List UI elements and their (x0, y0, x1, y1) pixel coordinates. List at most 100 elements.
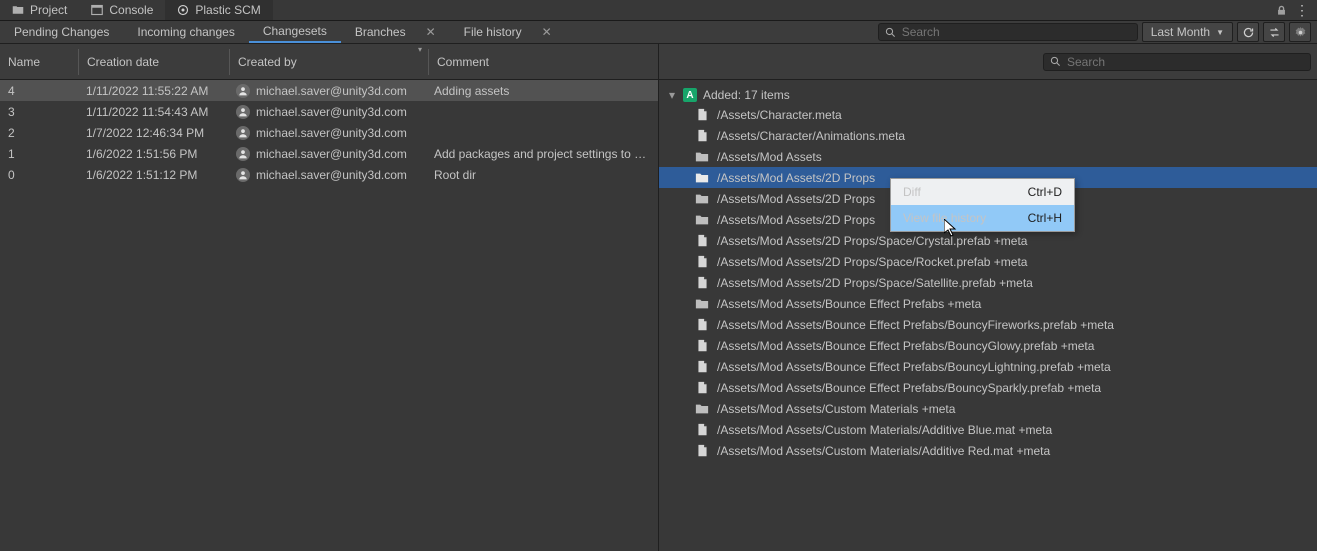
date-filter-dropdown[interactable]: Last Month ▼ (1142, 22, 1233, 42)
settings-button[interactable] (1289, 22, 1311, 42)
tree-group-added[interactable]: ▾ A Added: 17 items (659, 86, 1317, 104)
cell-comment: Add packages and project settings to Pla… (426, 147, 658, 161)
tab-label: Plastic SCM (195, 3, 260, 17)
table-row[interactable]: 31/11/2022 11:54:43 AMmichael.saver@unit… (0, 101, 658, 122)
search-icon (1050, 56, 1061, 67)
tree-item[interactable]: /Assets/Mod Assets/Custom Materials/Addi… (659, 419, 1317, 440)
cell-created-by: michael.saver@unity3d.com (228, 126, 426, 140)
tree-item-path: /Assets/Mod Assets/2D Props/Space/Rocket… (717, 255, 1027, 269)
folder-icon (695, 150, 709, 164)
subtab-pending-changes[interactable]: Pending Changes (0, 21, 123, 43)
subtab-label: File history (464, 25, 522, 39)
sort-indicator-icon: ▾ (418, 45, 422, 54)
tree-item[interactable]: /Assets/Mod Assets/Bounce Effect Prefabs… (659, 377, 1317, 398)
tree-item-path: /Assets/Mod Assets/Custom Materials +met… (717, 402, 955, 416)
tab-project[interactable]: Project (0, 0, 79, 20)
tab-label: Project (30, 3, 67, 17)
file-icon (695, 129, 709, 143)
cell-comment: Adding assets (426, 84, 658, 98)
file-icon (695, 444, 709, 458)
tree-item[interactable]: /Assets/Mod Assets/Bounce Effect Prefabs… (659, 356, 1317, 377)
tree-item[interactable]: /Assets/Mod Assets/Custom Materials +met… (659, 398, 1317, 419)
cell-name: 4 (0, 84, 78, 98)
tree-item-path: /Assets/Mod Assets/Bounce Effect Prefabs… (717, 360, 1111, 374)
table-header: Name Creation date Created by▾ Comment (0, 44, 658, 80)
column-name[interactable]: Name (0, 44, 78, 79)
tree-item[interactable]: /Assets/Mod Assets/Bounce Effect Prefabs… (659, 293, 1317, 314)
tree-item[interactable]: /Assets/Character/Animations.meta (659, 125, 1317, 146)
subtab-label: Changesets (263, 24, 327, 38)
menu-item-view-file-history[interactable]: View file history Ctrl+H (891, 205, 1074, 231)
folder-icon (695, 171, 709, 185)
tree-item-path: /Assets/Mod Assets/Custom Materials/Addi… (717, 423, 1052, 437)
tree-item-path: /Assets/Mod Assets/Bounce Effect Prefabs… (717, 297, 981, 311)
tree-item-path: /Assets/Mod Assets/2D Props (717, 192, 875, 206)
tree-item-path: /Assets/Mod Assets/Bounce Effect Prefabs… (717, 381, 1101, 395)
file-icon (695, 381, 709, 395)
tree-item[interactable]: /Assets/Mod Assets/Bounce Effect Prefabs… (659, 314, 1317, 335)
avatar-icon (236, 168, 250, 182)
cell-created-by: michael.saver@unity3d.com (228, 105, 426, 119)
changeset-rows: 41/11/2022 11:55:22 AMmichael.saver@unit… (0, 80, 658, 551)
tab-console[interactable]: Console (79, 0, 165, 20)
refresh-button[interactable] (1237, 22, 1259, 42)
subtab-file-history[interactable]: File history ✕ (450, 21, 566, 43)
cell-name: 2 (0, 126, 78, 140)
window-tabbar: Project Console Plastic SCM ⋮ (0, 0, 1317, 21)
swap-button[interactable] (1263, 22, 1285, 42)
close-icon[interactable]: ✕ (542, 25, 552, 39)
cell-date: 1/6/2022 1:51:12 PM (78, 168, 228, 182)
file-icon (695, 423, 709, 437)
tab-plastic-scm[interactable]: Plastic SCM (165, 0, 272, 20)
plastic-icon (177, 4, 189, 16)
lock-icon[interactable] (1276, 5, 1287, 16)
more-icon[interactable]: ⋮ (1295, 3, 1309, 17)
subtab-changesets[interactable]: Changesets (249, 21, 341, 43)
avatar-icon (236, 84, 250, 98)
cell-date: 1/7/2022 12:46:34 PM (78, 126, 228, 140)
console-icon (91, 4, 103, 16)
cell-created-by: michael.saver@unity3d.com (228, 168, 426, 182)
menu-item-shortcut: Ctrl+H (1028, 211, 1062, 225)
search-input[interactable] (902, 25, 1131, 39)
detail-search[interactable] (1043, 53, 1311, 71)
tree-item[interactable]: /Assets/Mod Assets/2D Props/Space/Crysta… (659, 230, 1317, 251)
tree-item-path: /Assets/Mod Assets/Custom Materials/Addi… (717, 444, 1050, 458)
cell-name: 3 (0, 105, 78, 119)
search-input[interactable] (1067, 55, 1304, 69)
toolbar-search[interactable] (878, 23, 1138, 41)
subtab-branches[interactable]: Branches ✕ (341, 21, 450, 43)
window-controls: ⋮ (1268, 0, 1317, 20)
column-created-by[interactable]: Created by▾ (230, 44, 428, 79)
file-icon (695, 276, 709, 290)
cursor-icon (944, 219, 960, 242)
close-icon[interactable]: ✕ (426, 25, 436, 39)
tree-item[interactable]: /Assets/Mod Assets (659, 146, 1317, 167)
cell-name: 1 (0, 147, 78, 161)
subtab-incoming-changes[interactable]: Incoming changes (123, 21, 248, 43)
table-row[interactable]: 11/6/2022 1:51:56 PMmichael.saver@unity3… (0, 143, 658, 164)
file-icon (695, 360, 709, 374)
cell-date: 1/11/2022 11:54:43 AM (78, 105, 228, 119)
cell-created-by: michael.saver@unity3d.com (228, 147, 426, 161)
avatar-icon (236, 147, 250, 161)
file-icon (695, 234, 709, 248)
context-menu: Diff Ctrl+D View file history Ctrl+H (890, 178, 1075, 232)
tree-item[interactable]: /Assets/Mod Assets/2D Props/Space/Satell… (659, 272, 1317, 293)
table-row[interactable]: 01/6/2022 1:51:12 PMmichael.saver@unity3… (0, 164, 658, 185)
tree-item[interactable]: /Assets/Character.meta (659, 104, 1317, 125)
menu-item-label: Diff (903, 185, 921, 199)
changesets-panel: Name Creation date Created by▾ Comment 4… (0, 44, 659, 551)
tree-group-label: Added: 17 items (703, 88, 790, 102)
table-row[interactable]: 21/7/2022 12:46:34 PMmichael.saver@unity… (0, 122, 658, 143)
column-comment[interactable]: Comment (429, 44, 658, 79)
tree-item[interactable]: /Assets/Mod Assets/Bounce Effect Prefabs… (659, 335, 1317, 356)
menu-item-diff[interactable]: Diff Ctrl+D (891, 179, 1074, 205)
tree-item[interactable]: /Assets/Mod Assets/2D Props/Space/Rocket… (659, 251, 1317, 272)
folder-icon (695, 402, 709, 416)
tree-item[interactable]: /Assets/Mod Assets/Custom Materials/Addi… (659, 440, 1317, 461)
dropdown-label: Last Month (1151, 25, 1210, 39)
column-creation-date[interactable]: Creation date (79, 44, 229, 79)
chevron-down-icon: ▾ (667, 88, 677, 102)
table-row[interactable]: 41/11/2022 11:55:22 AMmichael.saver@unit… (0, 80, 658, 101)
